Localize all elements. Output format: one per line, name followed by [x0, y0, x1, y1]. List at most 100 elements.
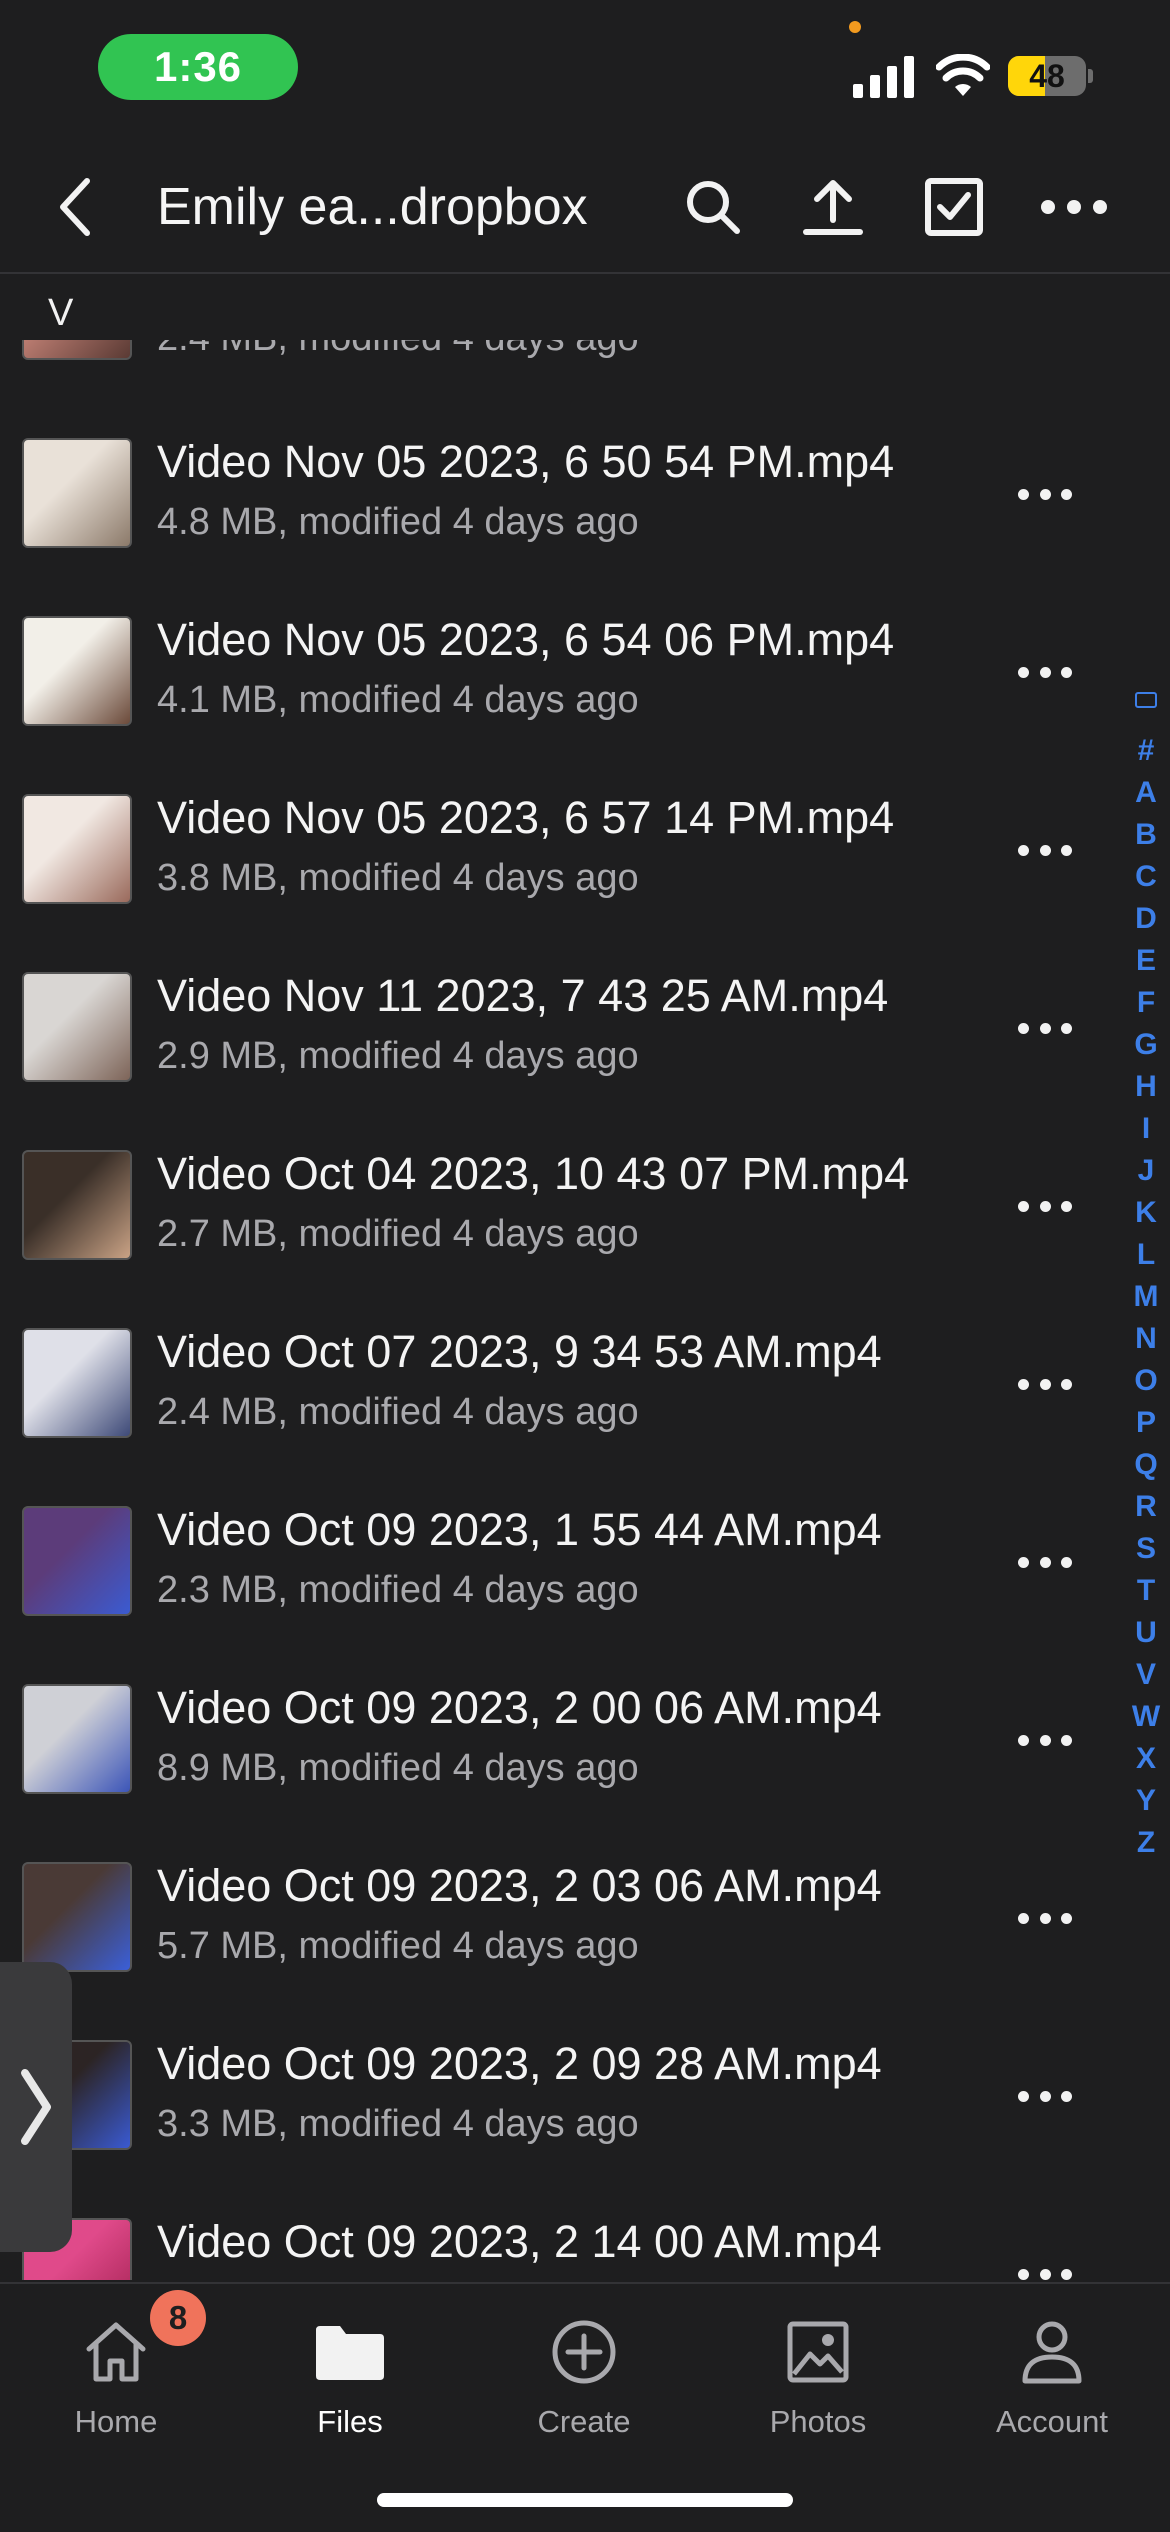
more-dot — [1018, 1556, 1029, 1568]
index-letter[interactable]: O — [1134, 1360, 1157, 1402]
index-letter[interactable]: P — [1136, 1402, 1156, 1444]
index-letter[interactable]: R — [1135, 1486, 1157, 1528]
folder-title: Emily ea...dropbox — [157, 178, 588, 236]
file-more-button[interactable] — [1010, 1176, 1080, 1236]
index-letter[interactable]: F — [1137, 982, 1155, 1024]
more-dot — [1018, 1200, 1029, 1212]
index-letter[interactable]: K — [1135, 1192, 1157, 1234]
index-letter[interactable]: G — [1134, 1024, 1157, 1066]
file-more-button[interactable] — [1010, 1710, 1080, 1770]
file-more-button[interactable] — [1010, 1354, 1080, 1414]
file-list-item[interactable]: Video Oct 09 2023, 2 14 00 AM.mp4 — [0, 2180, 1130, 2280]
folder-index-icon[interactable] — [1135, 692, 1157, 708]
index-letter[interactable]: S — [1136, 1528, 1156, 1570]
more-dot — [1039, 2268, 1051, 2280]
more-dot — [1039, 1378, 1051, 1390]
file-meta: 8.9 MB, modified 4 days ago — [157, 1747, 639, 1789]
index-letter[interactable]: D — [1135, 898, 1157, 940]
plus-circle-icon — [552, 2320, 616, 2384]
file-more-button[interactable] — [1010, 2244, 1080, 2280]
home-notification-badge: 8 — [150, 2290, 206, 2346]
file-more-button[interactable] — [1010, 464, 1080, 524]
index-letter[interactable]: X — [1136, 1738, 1156, 1780]
alphabet-index[interactable]: # A B C D E F G H I J K L M N O P Q R S T U V W X Y Z — [1128, 692, 1164, 1864]
file-list-item[interactable]: Video Oct 09 2023, 2 03 06 AM.mp4 5.7 MB,… — [0, 1824, 1130, 2002]
tab-create-label: Create — [537, 2404, 631, 2439]
tab-photos-label: Photos — [769, 2404, 867, 2439]
index-letter[interactable]: A — [1135, 772, 1157, 814]
index-letter[interactable]: L — [1137, 1234, 1155, 1276]
file-thumbnail — [22, 438, 132, 548]
file-name: Video Nov 05 2023, 6 54 06 PM.mp4 — [157, 614, 895, 665]
upload-button[interactable] — [798, 172, 868, 242]
tab-account[interactable]: Account — [952, 2304, 1152, 2454]
index-letter[interactable]: N — [1135, 1318, 1157, 1360]
tab-create[interactable]: Create — [484, 2304, 684, 2454]
home-indicator[interactable] — [377, 2493, 793, 2507]
index-letter[interactable]: Y — [1136, 1780, 1156, 1822]
file-list-item[interactable]: Video Oct 09 2023, 2 09 28 AM.mp4 3.3 MB,… — [0, 2002, 1130, 2180]
file-list-item[interactable]: Video Nov 05 2023, 6 50 54 PM.mp4 4.8 MB,… — [0, 400, 1130, 578]
more-dot — [1018, 1734, 1029, 1746]
index-letter[interactable]: T — [1137, 1570, 1155, 1612]
file-list[interactable]: Video Nov 05 2023, 6 50 54 PM.mp4 4.8 MB,… — [0, 340, 1170, 2280]
more-dot — [1018, 2268, 1029, 2280]
file-more-button[interactable] — [1010, 1888, 1080, 1948]
back-button[interactable] — [40, 172, 110, 242]
more-dot — [1061, 1556, 1072, 1568]
more-horizontal-icon — [1041, 200, 1107, 214]
file-thumbnail — [22, 794, 132, 904]
file-list-item[interactable]: Video Nov 05 2023, 6 54 06 PM.mp4 4.1 MB,… — [0, 578, 1130, 756]
more-dot — [1039, 666, 1051, 678]
more-options-button[interactable] — [1038, 172, 1110, 242]
index-letter[interactable]: J — [1138, 1150, 1155, 1192]
tab-files-label: Files — [317, 2404, 383, 2439]
file-more-button[interactable] — [1010, 1532, 1080, 1592]
index-letter[interactable]: W — [1132, 1696, 1160, 1738]
index-letter[interactable]: E — [1136, 940, 1156, 982]
index-letter[interactable]: V — [1136, 1654, 1156, 1696]
file-name: Video Nov 11 2023, 7 43 25 AM.mp4 — [157, 970, 889, 1021]
file-meta: 4.8 MB, modified 4 days ago — [157, 501, 639, 543]
file-list-item[interactable]: Video Oct 09 2023, 1 55 44 AM.mp4 2.3 MB,… — [0, 1468, 1130, 1646]
search-button[interactable] — [678, 172, 748, 242]
more-dot — [1018, 844, 1029, 856]
file-more-button[interactable] — [1010, 820, 1080, 880]
index-letter[interactable]: I — [1142, 1108, 1150, 1150]
search-icon — [687, 181, 740, 234]
tab-photos[interactable]: Photos — [718, 2304, 918, 2454]
file-list-item[interactable]: Video Oct 07 2023, 9 34 53 AM.mp4 2.4 MB,… — [0, 1290, 1130, 1468]
file-list-item[interactable]: Video Oct 09 2023, 2 00 06 AM.mp4 8.9 MB,… — [0, 1646, 1130, 1824]
more-dot — [1061, 1022, 1072, 1034]
tab-home-label: Home — [74, 2404, 158, 2439]
tab-account-label: Account — [995, 2404, 1108, 2439]
index-letter[interactable]: M — [1134, 1276, 1159, 1318]
index-letter[interactable]: Q — [1134, 1444, 1157, 1486]
file-list-item[interactable]: Video Nov 05 2023, 6 57 14 PM.mp4 3.8 MB,… — [0, 756, 1130, 934]
file-meta: 2.4 MB, modified 4 days ago — [157, 1391, 639, 1433]
index-letter[interactable]: Z — [1137, 1822, 1155, 1864]
file-list-item[interactable]: Video Oct 04 2023, 10 43 07 PM.mp4 2.7 MB… — [0, 1112, 1130, 1290]
file-name: Video Oct 07 2023, 9 34 53 AM.mp4 — [157, 1326, 882, 1377]
more-dot — [1018, 2090, 1029, 2102]
file-more-button[interactable] — [1010, 998, 1080, 1058]
tab-files[interactable]: Files — [250, 2304, 450, 2454]
file-more-button[interactable] — [1010, 2066, 1080, 2126]
more-dot — [1061, 488, 1072, 500]
file-list-item[interactable]: Video Nov 11 2023, 7 43 25 AM.mp4 2.9 MB,… — [0, 934, 1130, 1112]
status-time[interactable]: 1:36 — [98, 34, 298, 100]
photo-icon — [787, 2321, 849, 2383]
side-panel-handle[interactable] — [0, 1962, 72, 2252]
more-dot — [1039, 1200, 1051, 1212]
index-letter[interactable]: B — [1135, 814, 1157, 856]
index-letter[interactable]: H — [1135, 1066, 1157, 1108]
dropbox-files-screen: 1:36 48 Emily ea...dropbox V Video Nov 0… — [0, 0, 1170, 2532]
index-letter[interactable]: C — [1135, 856, 1157, 898]
battery-icon: 48 — [1008, 56, 1086, 96]
index-letter[interactable]: U — [1135, 1612, 1157, 1654]
file-thumbnail — [22, 1862, 132, 1972]
home-icon — [86, 2322, 146, 2382]
file-more-button[interactable] — [1010, 642, 1080, 702]
select-button[interactable] — [919, 172, 989, 242]
index-letter[interactable]: # — [1138, 730, 1155, 772]
